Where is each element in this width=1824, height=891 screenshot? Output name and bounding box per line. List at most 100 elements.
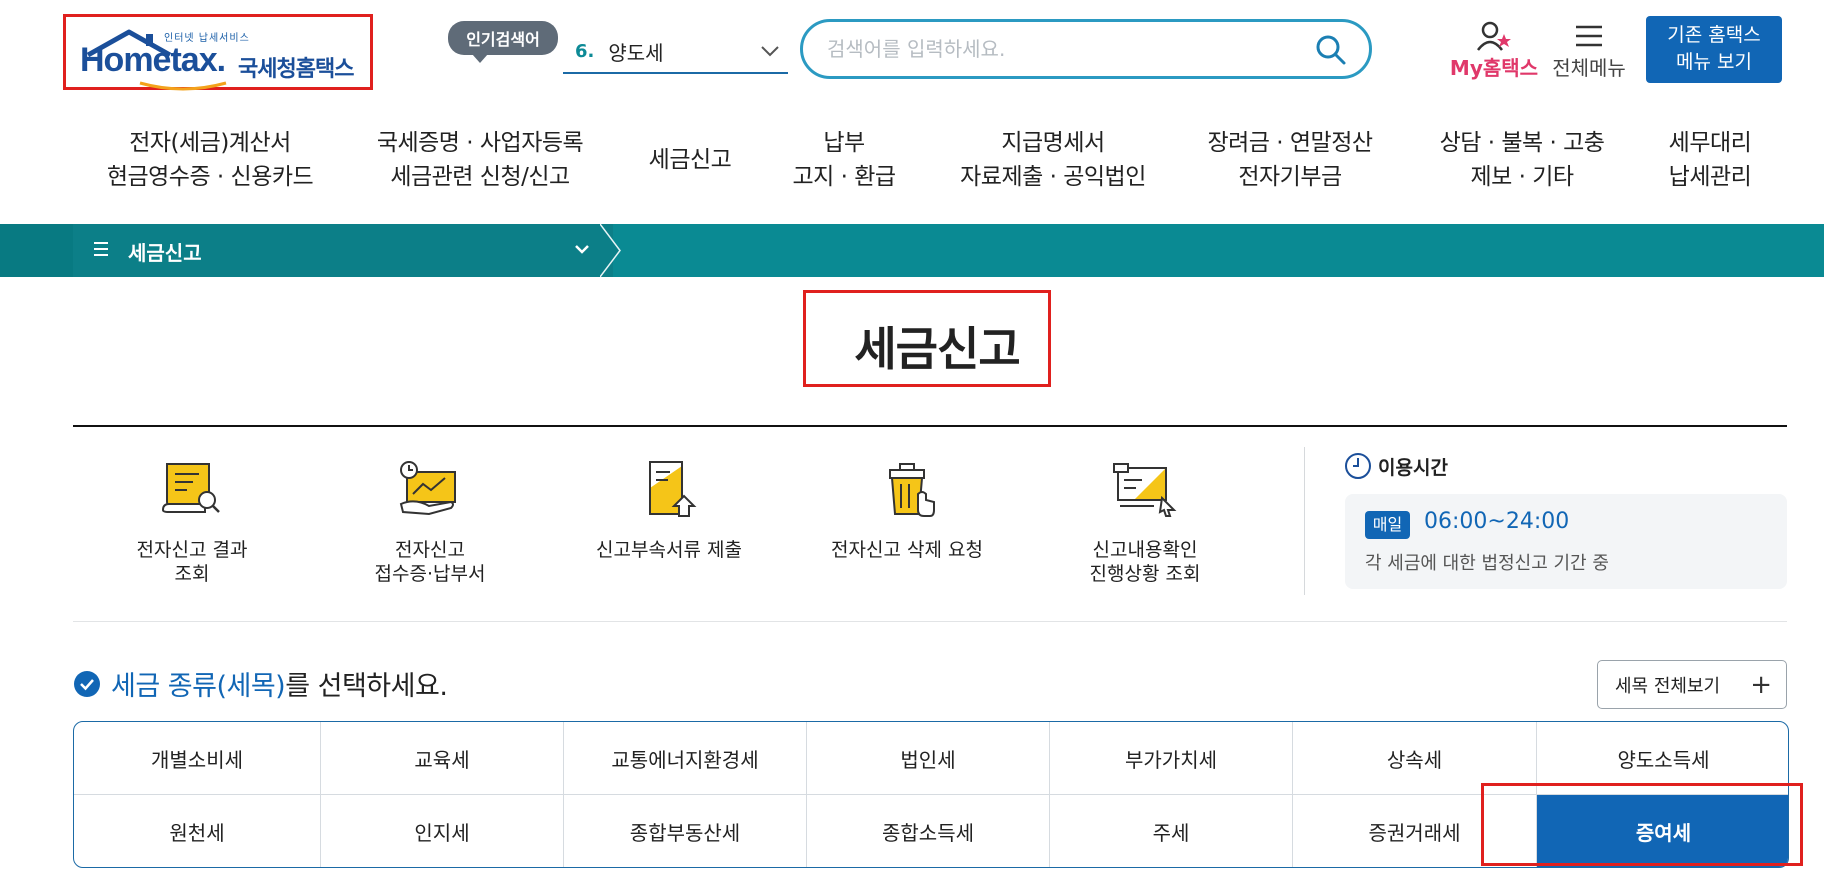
quick-links-divider — [1304, 447, 1305, 595]
quick-link-line1: 신고부속서류 제출 — [596, 539, 742, 561]
legacy-menu-line2: 메뉴 보기 — [1676, 51, 1752, 73]
quick-link-check[interactable]: 신고내용확인 진행상황 조회 — [1035, 458, 1255, 586]
plus-icon: + — [1750, 670, 1772, 700]
gnb-line2: 납세관리 — [1668, 164, 1752, 190]
gnb-line1: 세금신고 — [648, 147, 732, 173]
tax-type-cell[interactable]: 개별소비세 — [74, 722, 321, 795]
page-title: 세금신고 — [854, 322, 1020, 376]
swoosh-icon — [139, 81, 227, 91]
gnb-item-incentive[interactable]: 장려금 · 연말정산 전자기부금 — [1190, 126, 1390, 194]
quick-link-result[interactable]: 전자신고 결과 조회 — [82, 458, 302, 586]
all-menu-button[interactable]: 전체메뉴 — [1544, 18, 1634, 82]
gnb-item-consulting[interactable]: 상담 · 불복 · 고충 제보 · 기타 — [1422, 126, 1622, 194]
view-all-tax-label: 세목 전체보기 — [1615, 675, 1721, 697]
gnb-item-e-invoice[interactable]: 전자(세금)계산서 현금영수증 · 신용카드 — [100, 126, 320, 194]
tax-type-cell[interactable]: 인지세 — [321, 795, 564, 867]
usage-badge: 매일 — [1365, 511, 1410, 539]
tax-type-cell[interactable]: 법인세 — [807, 722, 1050, 795]
quick-link-line2: 조회 — [174, 563, 210, 585]
breadcrumb-label[interactable]: 세금신고 — [128, 237, 202, 266]
check-circle-icon — [74, 670, 100, 697]
my-hometax-label: My홈택스 — [1449, 56, 1539, 80]
title-divider — [73, 425, 1787, 427]
tax-type-cell[interactable]: 부가가치세 — [1050, 722, 1293, 795]
gnb-line2: 자료제출 · 공익법인 — [960, 164, 1146, 190]
search-bar[interactable] — [800, 19, 1372, 79]
usage-time-header: 이용시간 — [1344, 452, 1448, 480]
tax-type-cell[interactable]: 종합부동산세 — [564, 795, 807, 867]
search-input[interactable] — [827, 37, 1287, 61]
trash-delete-icon — [889, 463, 935, 517]
usage-time-box: 매일 06:00~24:00 각 세금에 대한 법정신고 기간 중 — [1345, 494, 1787, 589]
usage-note: 각 세금에 대한 법정신고 기간 중 — [1365, 553, 1609, 574]
search-icon[interactable] — [1315, 34, 1347, 66]
breadcrumb-home-block — [0, 224, 73, 277]
all-menu-label: 전체메뉴 — [1552, 56, 1626, 80]
receipt-clock-icon — [399, 461, 456, 516]
gnb-line1: 납부 — [823, 130, 865, 156]
logo-brand: Hometax. — [80, 41, 226, 79]
gnb-line2: 전자기부금 — [1238, 164, 1342, 190]
gnb-line2: 고지 · 환급 — [792, 164, 896, 190]
gnb-item-tax-agent[interactable]: 세무대리 납세관리 — [1660, 126, 1760, 194]
quick-link-line2: 접수증·납부서 — [374, 563, 486, 585]
quick-link-receipt[interactable]: 전자신고 접수증·납부서 — [320, 458, 540, 586]
gnb-line1: 지급명세서 — [1001, 130, 1105, 156]
gnb-line1: 국세증명 · 사업자등록 — [376, 130, 584, 156]
selected-tax-highlight-box — [1481, 783, 1803, 866]
legacy-menu-line1: 기존 홈택스 — [1667, 24, 1761, 46]
gnb-item-certificate[interactable]: 국세증명 · 사업자등록 세금관련 신청/신고 — [370, 126, 590, 194]
hometax-logo[interactable]: 인터넷 납세서비스 Hometax. 국세청홈택스 — [78, 25, 363, 91]
breadcrumb-separator-icon — [600, 224, 621, 277]
quick-link-delete[interactable]: 전자신고 삭제 요청 — [797, 458, 1017, 562]
gnb-item-payment[interactable]: 납부 고지 · 환급 — [784, 126, 904, 194]
page-title-highlight-box: 세금신고 — [803, 290, 1051, 387]
select-tax-rest: 를 선택하세요. — [285, 671, 448, 702]
tax-type-cell[interactable]: 교통에너지환경세 — [564, 722, 807, 795]
my-hometax-button[interactable]: My홈택스 — [1432, 18, 1556, 82]
document-search-icon — [161, 463, 220, 513]
tax-type-cell[interactable]: 주세 — [1050, 795, 1293, 867]
gnb-line2: 제보 · 기타 — [1470, 164, 1574, 190]
view-all-tax-button[interactable]: 세목 전체보기 + — [1597, 660, 1787, 709]
popular-keyword-select[interactable]: 6. 양도세 — [563, 30, 788, 74]
logo-korean-name: 국세청홈택스 — [238, 57, 354, 82]
gnb-item-payment-statement[interactable]: 지급명세서 자료제출 · 공익법인 — [948, 126, 1158, 194]
tax-type-cell[interactable]: 교육세 — [321, 722, 564, 795]
quick-link-line2: 진행상황 조회 — [1089, 563, 1201, 585]
section-divider — [73, 621, 1787, 622]
gnb-line2: 세금관련 신청/신고 — [390, 164, 570, 190]
report-check-icon — [1113, 463, 1177, 517]
select-tax-heading: 세금 종류(세목)를 선택하세요. — [73, 664, 448, 703]
popular-keyword[interactable]: 양도세 — [608, 37, 663, 66]
main-navigation: 전자(세금)계산서 현금영수증 · 신용카드 국세증명 · 사업자등록 세금관련… — [0, 126, 1824, 198]
clock-icon — [1345, 453, 1371, 479]
chevron-down-icon[interactable] — [760, 44, 780, 58]
quick-link-line1: 신고내용확인 — [1092, 539, 1198, 561]
gnb-line2: 현금영수증 · 신용카드 — [106, 164, 314, 190]
usage-time-title: 이용시간 — [1378, 456, 1448, 479]
document-upload-icon — [649, 461, 697, 517]
logo-highlight-box[interactable]: 인터넷 납세서비스 Hometax. 국세청홈택스 — [63, 14, 373, 91]
quick-link-line1: 전자신고 — [395, 539, 465, 561]
quick-link-attachment[interactable]: 신고부속서류 제출 — [559, 458, 779, 562]
gnb-line1: 세무대리 — [1668, 130, 1752, 156]
tax-type-cell[interactable]: 원천세 — [74, 795, 321, 867]
legacy-menu-button[interactable]: 기존 홈택스 메뉴 보기 — [1646, 16, 1782, 83]
menu-icon — [94, 242, 108, 256]
gnb-item-tax-report[interactable]: 세금신고 — [630, 143, 750, 177]
breadcrumb-bar: 세금신고 — [0, 224, 1824, 277]
gnb-line1: 전자(세금)계산서 — [129, 130, 291, 156]
tax-type-cell[interactable]: 종합소득세 — [807, 795, 1050, 867]
gnb-line1: 상담 · 불복 · 고충 — [1439, 130, 1605, 156]
quick-link-line1: 전자신고 삭제 요청 — [831, 539, 983, 561]
chevron-down-icon[interactable] — [574, 242, 590, 256]
quick-link-line1: 전자신고 결과 — [136, 539, 248, 561]
popular-rank: 6. — [575, 40, 595, 62]
user-star-icon — [1477, 21, 1511, 51]
gnb-line1: 장려금 · 연말정산 — [1207, 130, 1373, 156]
select-tax-highlight: 세금 종류(세목) — [111, 671, 286, 702]
popular-keyword-badge: 인기검색어 — [448, 21, 558, 63]
usage-time-value: 06:00~24:00 — [1424, 509, 1570, 534]
hamburger-icon — [1576, 25, 1602, 47]
